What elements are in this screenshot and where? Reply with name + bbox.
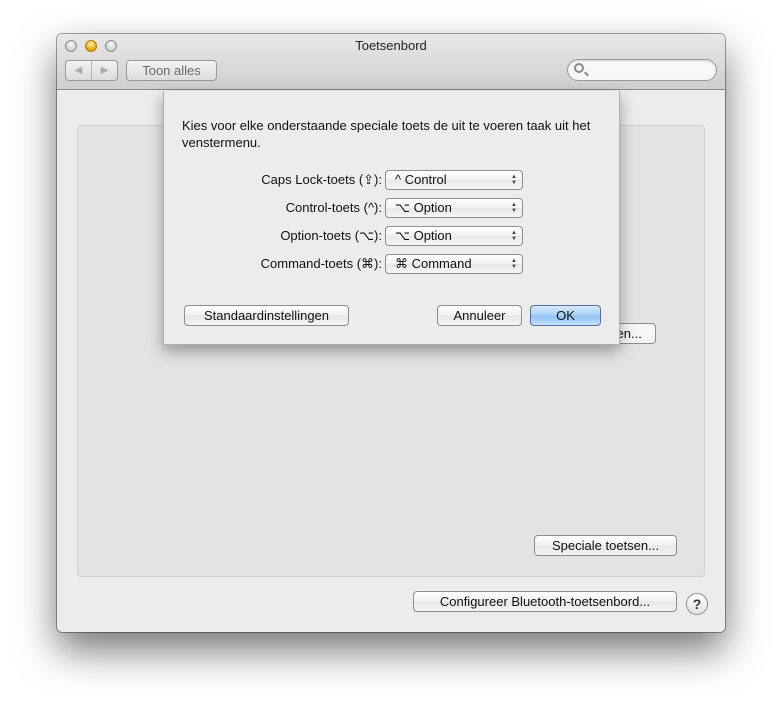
popup-arrows-icon: ▲ ▼ xyxy=(511,230,517,242)
help-button[interactable]: ? xyxy=(686,593,708,615)
command-popup[interactable]: ⌘ Command ▲ ▼ xyxy=(385,254,523,274)
command-row: Command-toets (⌘): ⌘ Command ▲ ▼ xyxy=(164,254,524,274)
back-forward-control: ◀ ▶ xyxy=(65,60,118,81)
command-value: ⌘ Command xyxy=(395,256,472,271)
caps-lock-row: Caps Lock-toets (⇪): ^ Control ▲ ▼ xyxy=(164,170,524,190)
search-field[interactable] xyxy=(567,59,717,81)
sheet-message: Kies voor elke onderstaande speciale toe… xyxy=(182,118,591,150)
search-icon xyxy=(574,63,584,73)
popup-arrows-icon: ▲ ▼ xyxy=(511,174,517,186)
control-value: ⌥ Option xyxy=(395,200,452,215)
back-arrow-icon[interactable]: ◀ xyxy=(66,61,92,80)
cancel-button[interactable]: Annuleer xyxy=(437,305,522,326)
ok-button[interactable]: OK xyxy=(530,305,601,326)
control-label: Control-toets (^): xyxy=(285,200,382,215)
caps-lock-label: Caps Lock-toets (⇪): xyxy=(261,172,382,187)
keyboard-preferences-window: Toetsenbord ◀ ▶ Toon alles Toetsrepeteer… xyxy=(57,34,725,632)
popup-arrows-icon: ▲ ▼ xyxy=(511,202,517,214)
forward-arrow-icon[interactable]: ▶ xyxy=(92,61,117,80)
restore-defaults-button[interactable]: Standaardinstellingen xyxy=(184,305,349,326)
show-all-button[interactable]: Toon alles xyxy=(126,60,217,81)
title-bar: Toetsenbord ◀ ▶ Toon alles xyxy=(57,34,725,90)
control-row: Control-toets (^): ⌥ Option ▲ ▼ xyxy=(164,198,524,218)
window-title: Toetsenbord xyxy=(355,38,427,53)
modifier-keys-sheet: Kies voor elke onderstaande speciale toe… xyxy=(163,91,620,345)
option-popup[interactable]: ⌥ Option ▲ ▼ xyxy=(385,226,523,246)
caps-lock-value: ^ Control xyxy=(395,172,447,187)
command-label: Command-toets (⌘): xyxy=(260,256,382,271)
special-keys-button[interactable]: Speciale toetsen... xyxy=(534,535,677,556)
option-label: Option-toets (⌥): xyxy=(280,228,382,243)
configure-bluetooth-keyboard-button[interactable]: Configureer Bluetooth-toetsenbord... xyxy=(413,591,677,612)
control-popup[interactable]: ⌥ Option ▲ ▼ xyxy=(385,198,523,218)
caps-lock-popup[interactable]: ^ Control ▲ ▼ xyxy=(385,170,523,190)
popup-arrows-icon: ▲ ▼ xyxy=(511,258,517,270)
option-value: ⌥ Option xyxy=(395,228,452,243)
option-row: Option-toets (⌥): ⌥ Option ▲ ▼ xyxy=(164,226,524,246)
